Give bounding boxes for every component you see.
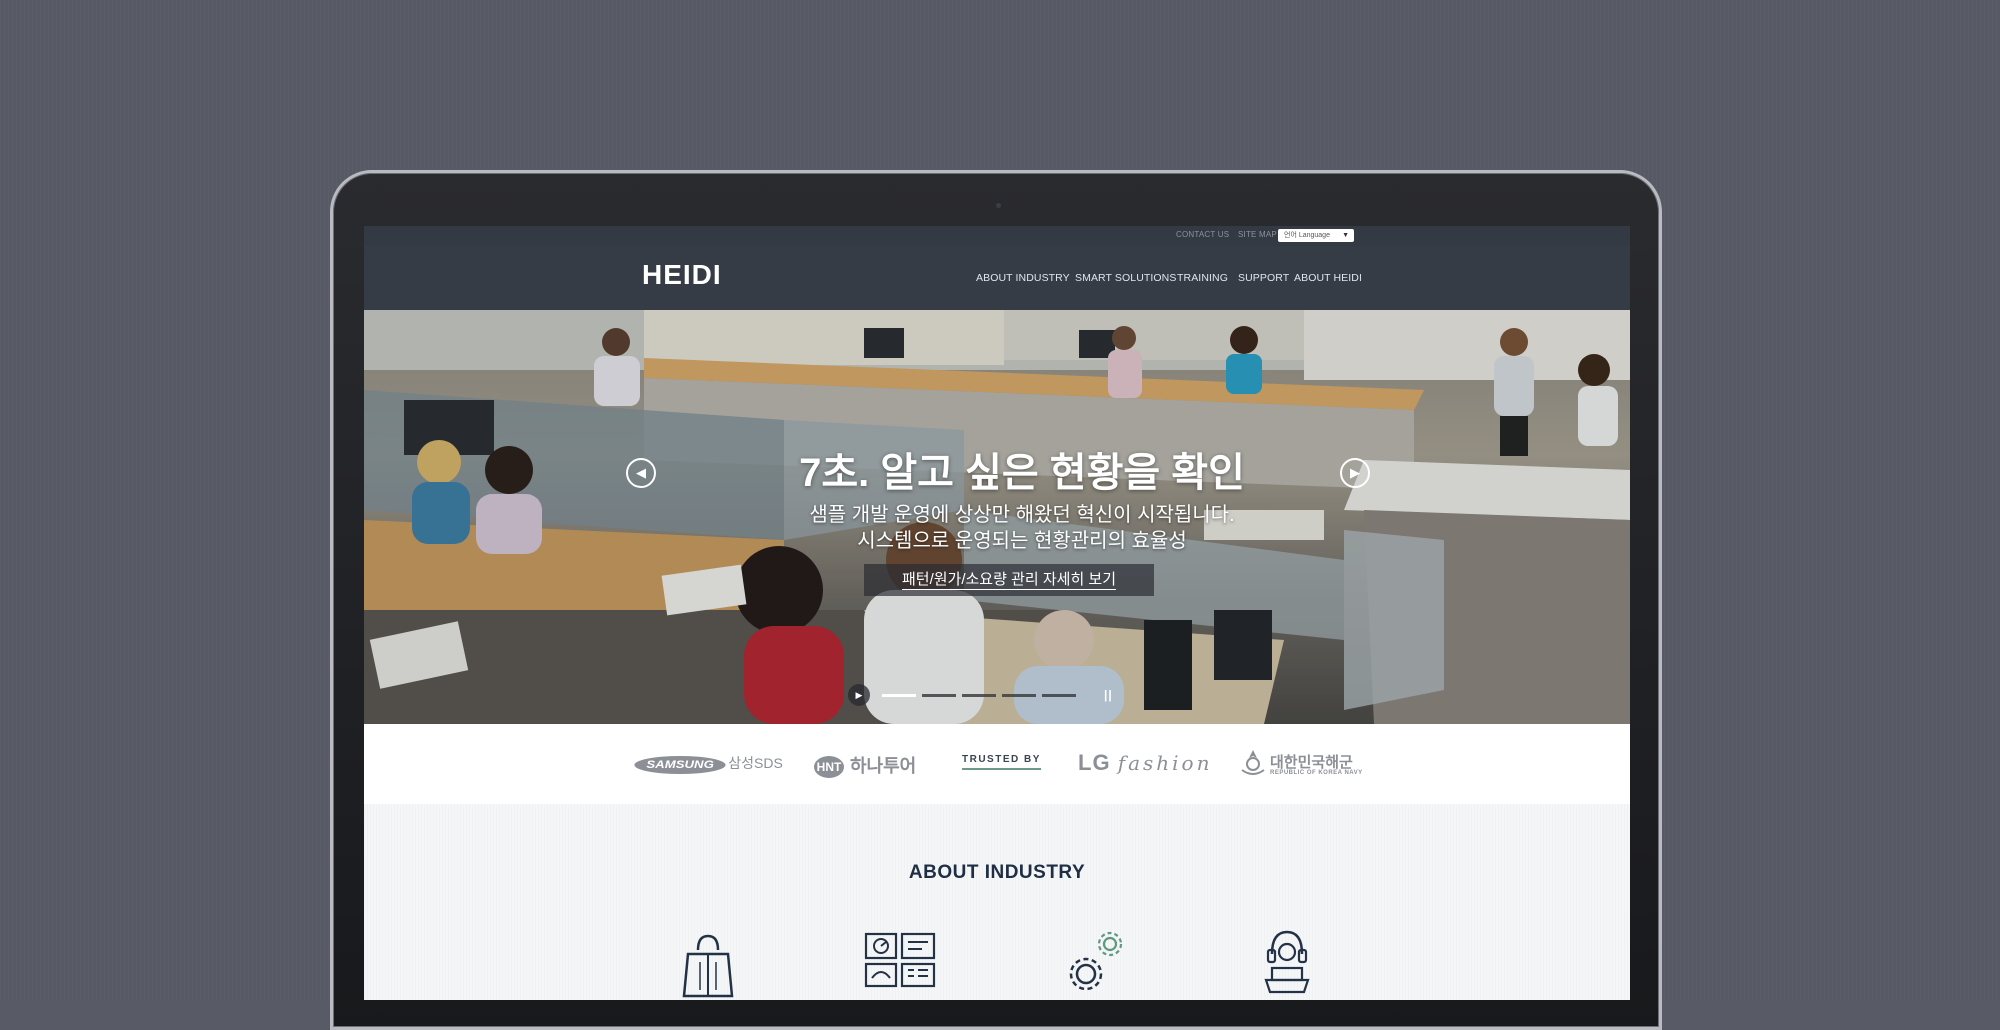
chevron-right-icon: ▶ bbox=[1350, 465, 1360, 480]
slider-controls: ▶ || bbox=[848, 684, 1148, 706]
hanatour-text: 하나투어 bbox=[850, 756, 917, 776]
site-logo[interactable]: HEIDI bbox=[642, 259, 722, 291]
language-select-value: 언어 Language bbox=[1284, 232, 1330, 239]
next-slide-button[interactable]: ▶ bbox=[1340, 458, 1370, 488]
samsung-sds-text: 삼성SDS bbox=[728, 755, 783, 771]
nav-training[interactable]: TRAINING bbox=[1177, 272, 1228, 284]
support-headset-icon[interactable] bbox=[1260, 926, 1314, 996]
dashboard-panels-icon[interactable] bbox=[864, 932, 936, 988]
shopping-bag-icon[interactable] bbox=[678, 932, 738, 1000]
navy-english-text: REPUBLIC OF KOREA NAVY bbox=[1270, 769, 1363, 776]
hero-subtitle: 샘플 개발 운영에 상상만 해왔던 혁신이 시작됩니다. 시스템으로 운영되는 … bbox=[364, 502, 1630, 554]
play-icon[interactable]: ▶ bbox=[848, 684, 870, 706]
trusted-by-label: TRUSTED BY bbox=[962, 754, 1041, 770]
hero-title: 7초. 알고 싶은 현황을 확인 bbox=[799, 451, 1245, 495]
samsung-badge: SAMSUNG bbox=[634, 756, 726, 774]
hero-slider: 7초. 알고 싶은 현황을 확인 샘플 개발 운영에 상상만 해왔던 혁신이 시… bbox=[364, 310, 1630, 724]
nav-support[interactable]: SUPPORT bbox=[1238, 272, 1289, 284]
utility-bar: CONTACT US SITE MAP 언어 Language ▼ bbox=[364, 226, 1630, 246]
slide-indicator-5[interactable] bbox=[1042, 694, 1076, 697]
slide-indicator-2[interactable] bbox=[922, 694, 956, 697]
fashion-text: fashion bbox=[1117, 751, 1213, 775]
samsung-sds-logo: SAMSUNG 삼성SDS bbox=[634, 752, 783, 774]
gears-icon[interactable] bbox=[1064, 926, 1130, 998]
webcam bbox=[996, 203, 1001, 208]
partner-logos: SAMSUNG 삼성SDS HNT 하나투어 TRUSTED BY LG fashi… bbox=[364, 724, 1630, 804]
contact-us-link[interactable]: CONTACT US bbox=[1176, 230, 1229, 239]
about-industry-section: ABOUT INDUSTRY bbox=[364, 804, 1630, 1000]
slide-indicator-3[interactable] bbox=[962, 694, 996, 697]
site-map-link[interactable]: SITE MAP bbox=[1238, 230, 1277, 239]
nav-smart-solutions[interactable]: SMART SOLUTIONS bbox=[1075, 272, 1176, 284]
slide-indicator-4[interactable] bbox=[1002, 694, 1036, 697]
navy-korean-text: 대한민국해군 bbox=[1270, 753, 1353, 771]
pause-icon[interactable]: || bbox=[1104, 688, 1113, 702]
hero-cta-label: 패턴/원가/소요량 관리 자세히 보기 bbox=[901, 571, 1117, 590]
nav-about-heidi[interactable]: ABOUT HEIDI bbox=[1294, 272, 1362, 284]
language-select[interactable]: 언어 Language ▼ bbox=[1278, 229, 1354, 242]
lg-fashion-logo: LG fashion bbox=[1078, 750, 1212, 776]
hnt-badge: HNT bbox=[814, 756, 844, 779]
navy-emblem-icon bbox=[1241, 750, 1265, 775]
main-navbar: HEIDI ABOUT INDUSTRY SMART SOLUTIONS TRA… bbox=[364, 246, 1630, 310]
nav-about-industry[interactable]: ABOUT INDUSTRY bbox=[976, 272, 1070, 284]
lg-text: LG bbox=[1078, 750, 1111, 775]
hero-subtitle-line1: 샘플 개발 운영에 상상만 해왔던 혁신이 시작됩니다. bbox=[809, 504, 1235, 526]
chevron-left-icon: ◀ bbox=[636, 465, 646, 480]
prev-slide-button[interactable]: ◀ bbox=[626, 458, 656, 488]
slide-indicator-1[interactable] bbox=[882, 694, 916, 697]
hanatour-logo: HNT 하나투어 bbox=[814, 752, 917, 779]
hero-subtitle-line2: 시스템으로 운영되는 현황관리의 효율성 bbox=[857, 530, 1187, 552]
hero-cta-button[interactable]: 패턴/원가/소요량 관리 자세히 보기 bbox=[864, 564, 1154, 596]
section-title: ABOUT INDUSTRY bbox=[908, 862, 1086, 883]
chevron-down-icon: ▼ bbox=[1342, 232, 1349, 239]
website-screen: CONTACT US SITE MAP 언어 Language ▼ HEIDI … bbox=[364, 226, 1630, 1000]
korea-navy-logo: 대한민국해군 REPUBLIC OF KOREA NAVY bbox=[1240, 748, 1363, 778]
